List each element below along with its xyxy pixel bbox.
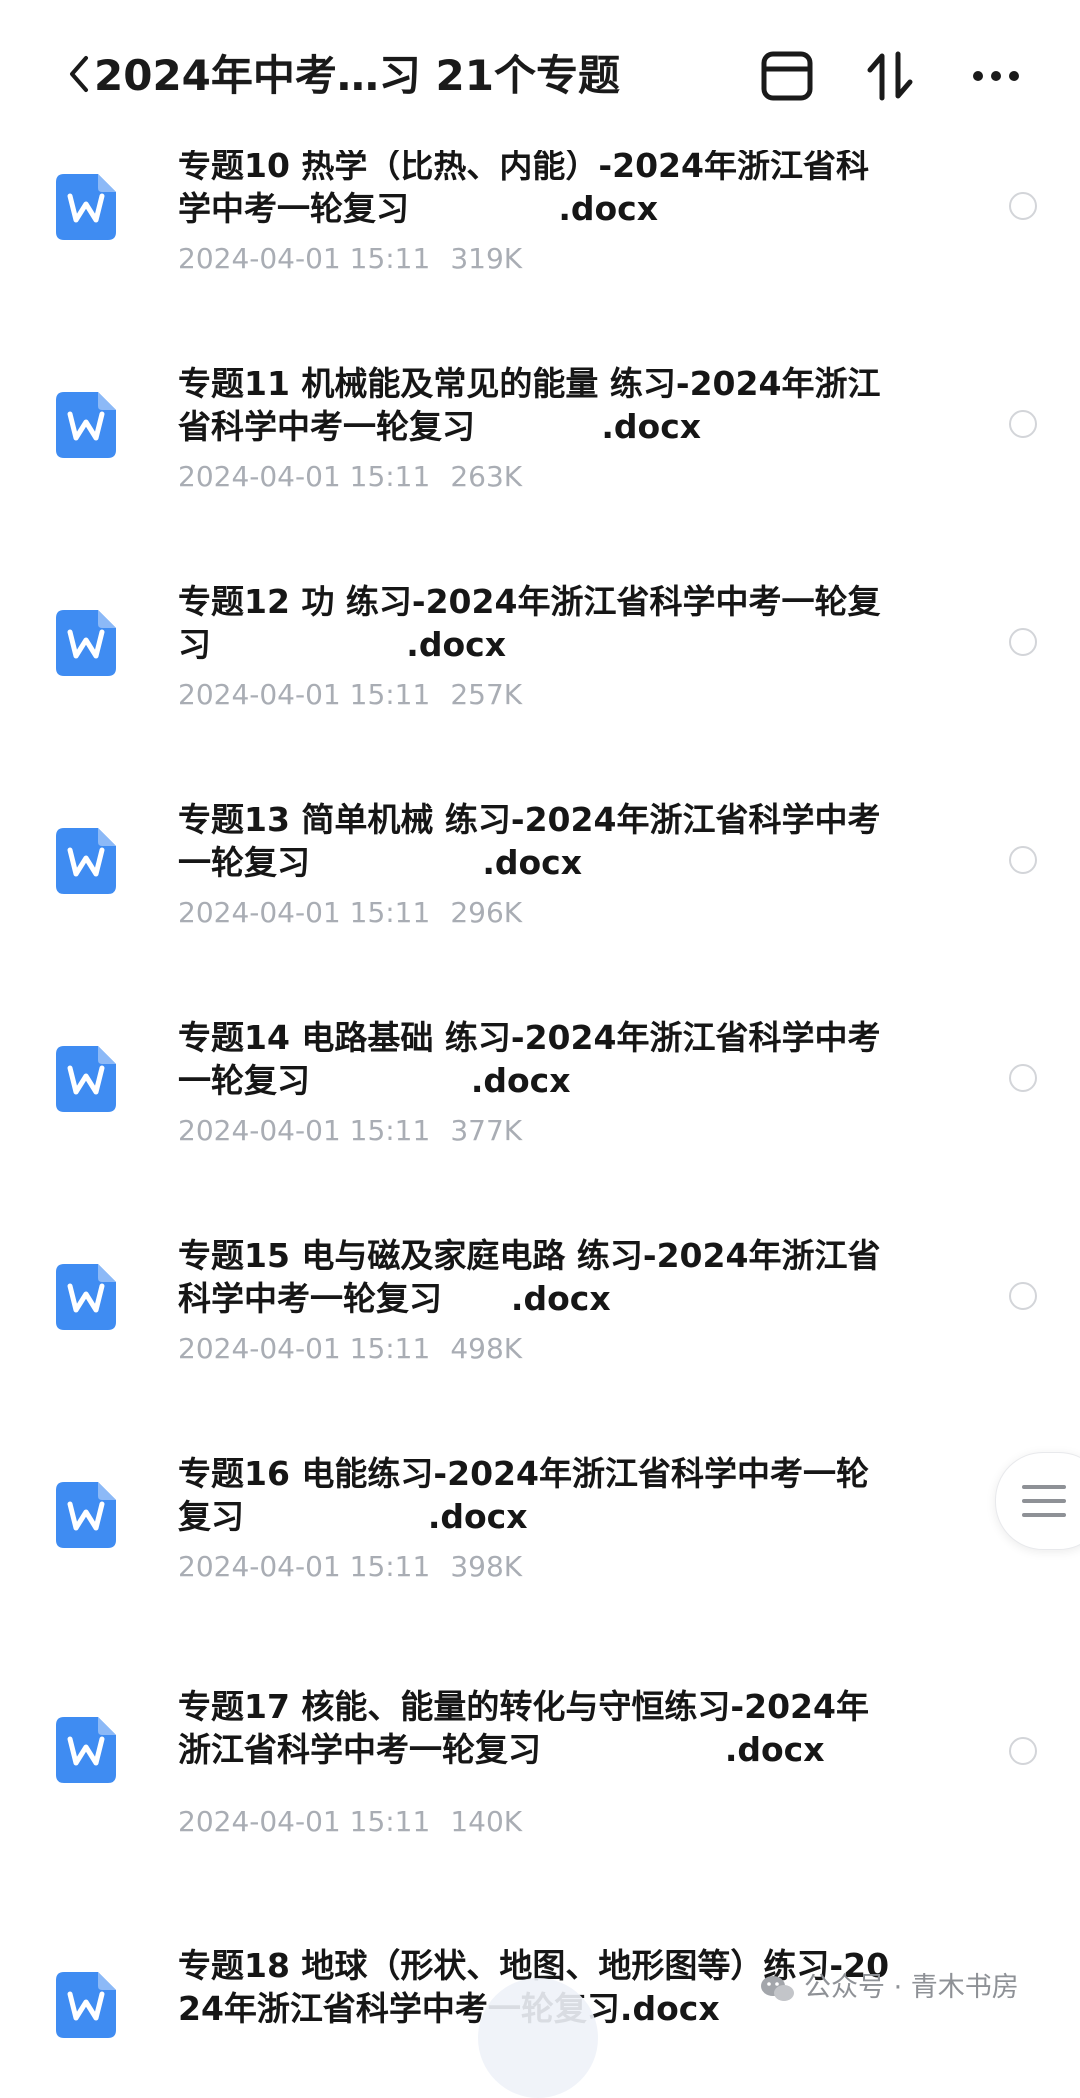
more-button[interactable] [968, 48, 1028, 104]
word-file-icon [56, 610, 116, 676]
file-name: 专题14 电路基础 练习-2024年浙江省科学中考一轮复习 .docx [178, 1018, 881, 1100]
top-bar: 2024年中考…习 21个专题 [0, 0, 1080, 150]
file-meta: 2024-04-01 15:11 498K [178, 1332, 522, 1366]
chevron-left-icon [70, 56, 88, 92]
word-file-icon [56, 1264, 116, 1330]
file-row[interactable]: 专题14 电路基础 练习-2024年浙江省科学中考一轮复习 .docx 2024… [0, 1010, 1080, 1160]
file-size: 377K [450, 1114, 523, 1147]
file-row[interactable]: 专题13 简单机械 练习-2024年浙江省科学中考一轮复习 .docx 2024… [0, 792, 1080, 942]
file-row[interactable]: 专题11 机械能及常见的能量 练习-2024年浙江省科学中考一轮复习 .docx… [0, 356, 1080, 506]
file-size: 140K [450, 1805, 523, 1838]
more-icon [973, 71, 1019, 81]
file-size: 498K [450, 1332, 523, 1365]
sort-icon [867, 51, 913, 101]
select-radio[interactable] [1009, 1737, 1037, 1765]
window-button[interactable] [758, 48, 818, 104]
decorative-blob [478, 1978, 598, 2098]
sort-button[interactable] [862, 48, 922, 104]
floating-menu-button[interactable] [995, 1452, 1080, 1550]
file-date: 2024-04-01 15:11 [178, 242, 431, 275]
file-size: 257K [450, 678, 523, 711]
select-radio[interactable] [1009, 410, 1037, 438]
word-file-icon [56, 1717, 116, 1783]
file-date: 2024-04-01 15:11 [178, 460, 431, 493]
file-meta: 2024-04-01 15:11 257K [178, 678, 522, 712]
page-title: 2024年中考…习 21个专题 [94, 51, 620, 100]
select-radio[interactable] [1009, 1064, 1037, 1092]
file-meta: 2024-04-01 15:11 398K [178, 1550, 522, 1584]
watermark: 公众号 · 青木书房 [760, 1968, 1019, 2008]
file-size: 296K [450, 896, 523, 929]
file-date: 2024-04-01 15:11 [178, 1114, 431, 1147]
file-meta: 2024-04-01 15:11 296K [178, 896, 522, 930]
select-radio[interactable] [1009, 1282, 1037, 1310]
file-name: 专题12 功 练习-2024年浙江省科学中考一轮复习 .docx [178, 582, 881, 664]
watermark-text: 公众号 · 青木书房 [804, 1972, 1019, 2003]
window-icon [761, 51, 813, 101]
word-file-icon [56, 1972, 116, 2038]
file-meta: 2024-04-01 15:11 263K [178, 460, 522, 494]
file-row[interactable]: 专题17 核能、能量的转化与守恒练习-2024年浙江省科学中考一轮复习 .doc… [0, 1685, 1080, 1838]
word-file-icon [56, 1482, 116, 1548]
file-meta: 2024-04-01 15:11 377K [178, 1114, 522, 1148]
word-file-icon [56, 174, 116, 240]
file-date: 2024-04-01 15:11 [178, 678, 431, 711]
file-row[interactable]: 专题15 电与磁及家庭电路 练习-2024年浙江省科学中考一轮复习 .docx … [0, 1228, 1080, 1378]
file-size: 319K [450, 242, 523, 275]
file-row[interactable]: 专题16 电能练习-2024年浙江省科学中考一轮复习 .docx 2024-04… [0, 1446, 1080, 1596]
file-row[interactable]: 专题12 功 练习-2024年浙江省科学中考一轮复习 .docx 2024-04… [0, 574, 1080, 724]
file-date: 2024-04-01 15:11 [178, 1805, 431, 1838]
file-meta: 2024-04-01 15:11 319K [178, 242, 522, 276]
file-name: 专题16 电能练习-2024年浙江省科学中考一轮复习 .docx [178, 1454, 869, 1536]
word-file-icon [56, 392, 116, 458]
back-button[interactable] [62, 48, 96, 100]
file-size: 263K [450, 460, 523, 493]
select-radio[interactable] [1009, 846, 1037, 874]
file-name: 专题17 核能、能量的转化与守恒练习-2024年浙江省科学中考一轮复习 .doc… [178, 1687, 869, 1769]
word-file-icon [56, 828, 116, 894]
select-radio[interactable] [1009, 192, 1037, 220]
file-name: 专题13 简单机械 练习-2024年浙江省科学中考一轮复习 .docx [178, 800, 881, 882]
file-size: 398K [450, 1550, 523, 1583]
wechat-icon [761, 1975, 794, 2001]
file-row[interactable]: 专题10 热学（比热、内能）-2024年浙江省科学中考一轮复习 .docx 20… [0, 138, 1080, 288]
file-date: 2024-04-01 15:11 [178, 896, 431, 929]
file-meta: 2024-04-01 15:11 140K [178, 1805, 522, 1839]
file-date: 2024-04-01 15:11 [178, 1332, 431, 1365]
file-list: 专题10 热学（比热、内能）-2024年浙江省科学中考一轮复习 .docx 20… [0, 0, 1080, 2038]
file-name: 专题15 电与磁及家庭电路 练习-2024年浙江省科学中考一轮复习 .docx [178, 1236, 881, 1318]
file-name: 专题10 热学（比热、内能）-2024年浙江省科学中考一轮复习 .docx [178, 146, 869, 228]
file-name: 专题11 机械能及常见的能量 练习-2024年浙江省科学中考一轮复习 .docx [178, 364, 881, 446]
word-file-icon [56, 1046, 116, 1112]
file-date: 2024-04-01 15:11 [178, 1550, 431, 1583]
select-radio[interactable] [1009, 628, 1037, 656]
hamburger-menu-icon [1022, 1485, 1066, 1517]
